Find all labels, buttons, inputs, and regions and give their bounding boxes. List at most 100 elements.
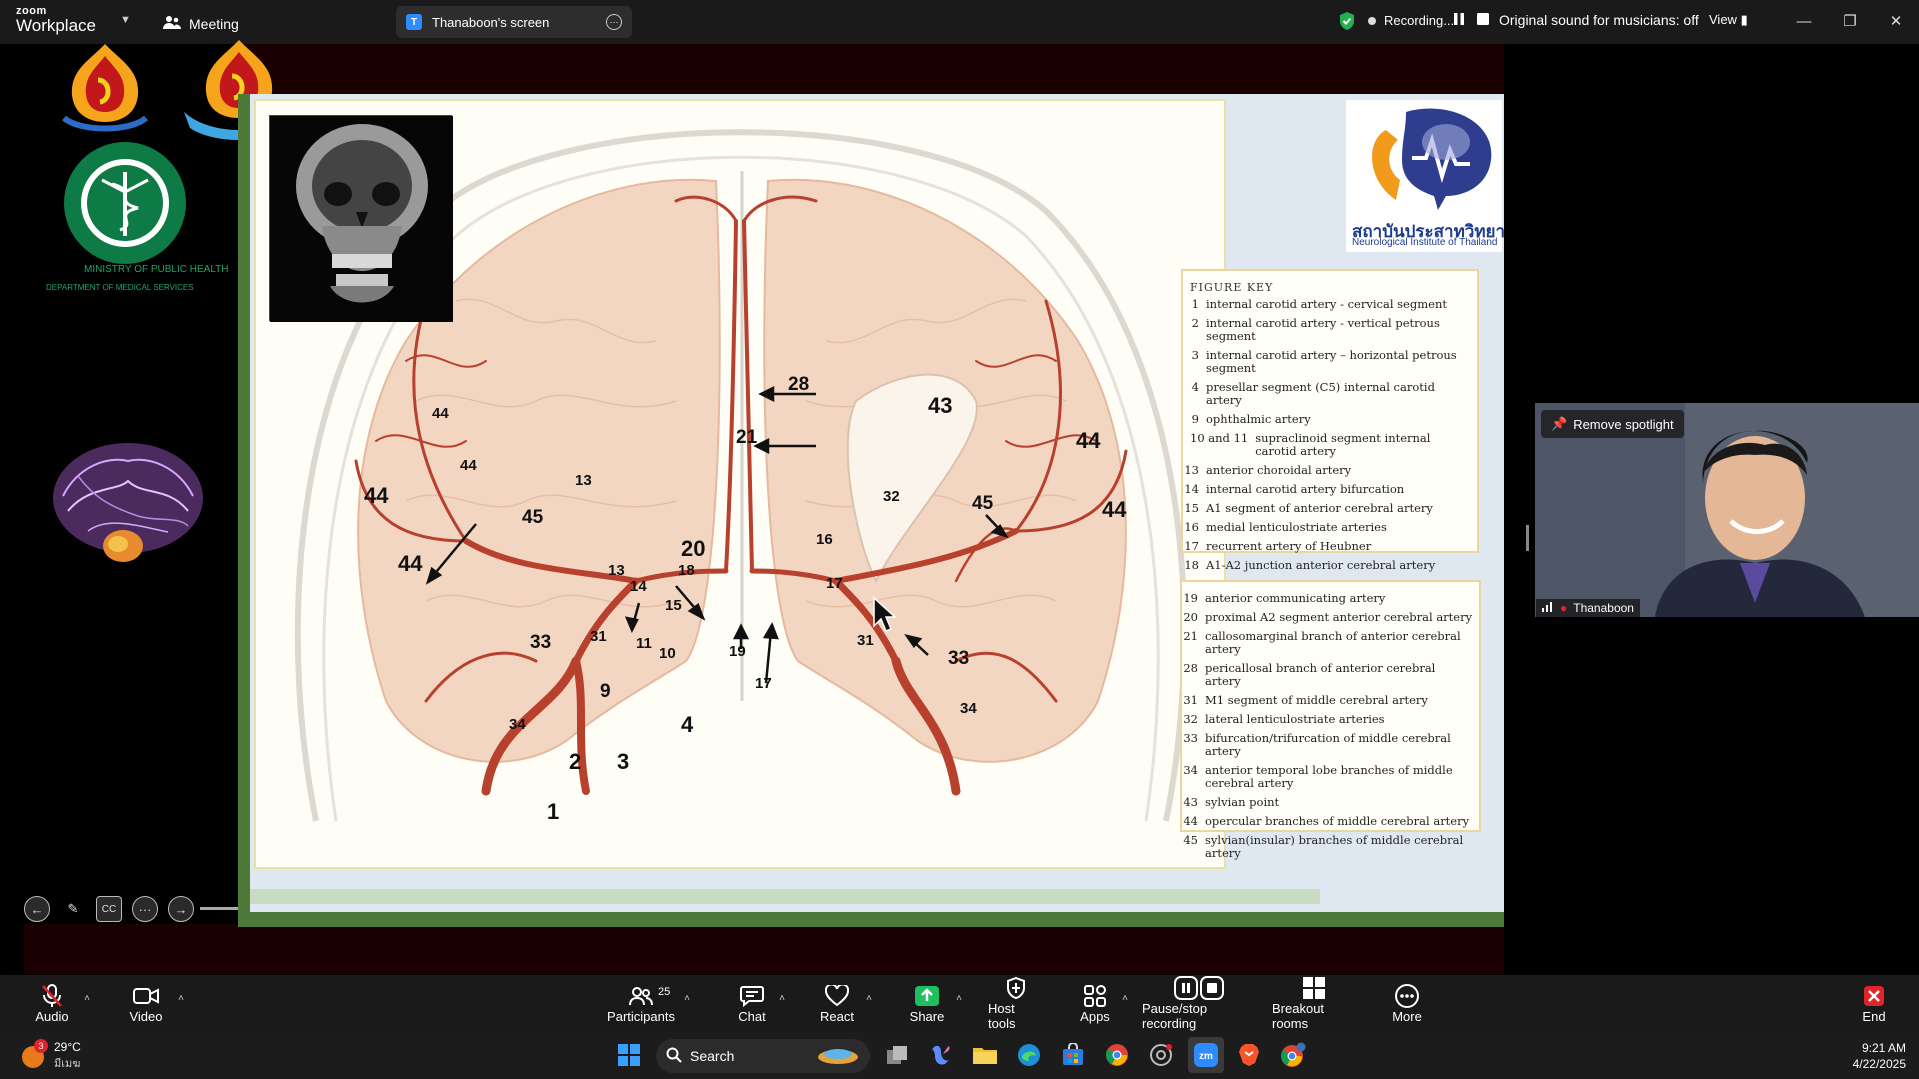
subtitles-icon[interactable]: CC	[96, 896, 122, 922]
figure-key-number: 17	[1184, 539, 1199, 553]
diagram-label: 1	[547, 799, 560, 824]
figure-key-item: 16 medial lenticulostriate arteries	[1183, 521, 1477, 534]
restore-icon[interactable]: ❐	[1838, 9, 1862, 33]
pause-recording-icon[interactable]	[1452, 12, 1466, 26]
mic-muted-icon	[41, 983, 63, 1009]
diagram-label: 45	[522, 507, 544, 528]
figure-key-number: 2	[1191, 316, 1199, 330]
audio-button[interactable]: Audio ˄	[32, 975, 90, 1031]
diagram-label: 43	[928, 393, 953, 418]
end-meeting-icon	[1863, 983, 1885, 1009]
next-slide-icon[interactable]: →	[168, 896, 194, 922]
more-options-icon[interactable]: ···	[606, 14, 622, 30]
audio-options-caret-icon[interactable]: ˄	[84, 993, 90, 1004]
figure-key-text: recurrent artery of Heubner	[1206, 539, 1372, 553]
figure-key-text: proximal A2 segment anterior cerebral ar…	[1205, 610, 1473, 624]
apps-button[interactable]: Apps ˄	[1080, 975, 1128, 1031]
participant-name: Thanaboon	[1573, 601, 1634, 615]
figure-key-text: internal carotid artery – horizontal pet…	[1206, 348, 1457, 375]
diagram-label: 3	[617, 749, 630, 774]
edge-browser-icon[interactable]	[1014, 1040, 1044, 1070]
original-sound-toggle[interactable]: Original sound for musicians: off	[1499, 12, 1699, 28]
slide-progress-bar	[250, 889, 1320, 904]
minimize-icon[interactable]: —	[1792, 9, 1816, 33]
more-button[interactable]: More	[1390, 975, 1424, 1031]
close-icon[interactable]: ✕	[1884, 9, 1908, 33]
video-options-caret-icon[interactable]: ˄	[178, 993, 184, 1004]
view-layout-icon: ▮	[1740, 12, 1748, 27]
diagram-label: 19	[729, 643, 746, 660]
end-button[interactable]: End	[1862, 975, 1886, 1031]
neuro-logo-english: Neurological Institute of Thailand	[1352, 237, 1498, 248]
figure-key-text: lateral lenticulostriate arteries	[1205, 712, 1385, 726]
microsoft-store-icon[interactable]	[1058, 1040, 1088, 1070]
apps-options-caret-icon[interactable]: ˄	[1122, 993, 1128, 1004]
figure-key-number: 13	[1184, 463, 1199, 477]
brave-browser-icon[interactable]	[1234, 1040, 1264, 1070]
participants-options-caret-icon[interactable]: ˄	[684, 993, 690, 1004]
zoom-app-icon[interactable]: zm	[1188, 1037, 1224, 1073]
chrome-icon[interactable]	[1102, 1040, 1132, 1070]
screen-share-tab[interactable]: T Thanaboon's screen ···	[396, 6, 632, 38]
meeting-label: Meeting	[189, 15, 239, 32]
diagram-label: 45	[972, 493, 994, 514]
video-button[interactable]: Video ˄	[126, 975, 184, 1031]
windows-start-icon[interactable]	[614, 1040, 644, 1070]
figure-key-item: 9 ophthalmic artery	[1183, 413, 1477, 426]
panel-resize-handle[interactable]	[1526, 525, 1529, 551]
figure-key-text: bifurcation/trifurcation of middle cereb…	[1205, 731, 1451, 758]
chat-button[interactable]: Chat ˄	[737, 975, 785, 1031]
participant-name-tag: ● Thanaboon	[1536, 599, 1640, 617]
system-clock[interactable]: 9:21 AM 4/22/2025	[1830, 1040, 1906, 1072]
muted-mic-icon: ●	[1560, 601, 1568, 615]
remove-spotlight-button[interactable]: 📌 Remove spotlight	[1541, 410, 1684, 438]
participants-button[interactable]: Participants ˄	[607, 975, 690, 1031]
zoom-workplace-logo[interactable]: zoom Workplace	[16, 6, 96, 35]
search-icon	[666, 1047, 682, 1066]
screen-tab-label: Thanaboon's screen	[432, 14, 550, 30]
breakout-rooms-button[interactable]: Breakout rooms	[1272, 975, 1356, 1031]
weather-widget[interactable]: 3 29°C มีเมฆ	[20, 1039, 81, 1072]
react-button[interactable]: React ˄	[820, 975, 872, 1031]
react-options-caret-icon[interactable]: ˄	[866, 993, 872, 1004]
pause-stop-recording-button[interactable]: Pause/stop recording	[1142, 975, 1256, 1031]
stop-recording-icon[interactable]	[1476, 12, 1490, 26]
view-menu[interactable]: View ▮	[1709, 12, 1748, 28]
figure-key-text: pericallosal branch of anterior cerebral…	[1205, 661, 1436, 688]
pen-icon[interactable]: ✎	[60, 896, 86, 922]
heart-icon	[825, 983, 849, 1009]
chrome-profile-icon[interactable]	[1278, 1040, 1308, 1070]
chevron-down-icon[interactable]: ▼	[120, 14, 131, 26]
svg-text:zm: zm	[1199, 1051, 1213, 1062]
diagram-label: 13	[575, 472, 592, 489]
figure-key-number: 32	[1183, 712, 1198, 726]
brand-bottom: Workplace	[16, 16, 96, 35]
video-label: Video	[129, 1008, 163, 1024]
apps-label: Apps	[1080, 1008, 1110, 1024]
figure-key-item: 31 M1 segment of middle cerebral artery	[1182, 694, 1479, 707]
taskbar-search[interactable]: Search	[656, 1039, 870, 1073]
chat-options-caret-icon[interactable]: ˄	[779, 993, 785, 1004]
task-view-icon[interactable]	[882, 1040, 912, 1070]
pause-stop-icon	[1174, 975, 1224, 1001]
figure-key-text: internal carotid artery bifurcation	[1206, 482, 1405, 496]
previous-slide-icon[interactable]: ←	[24, 896, 50, 922]
slide-green-strip	[238, 94, 250, 927]
shield-check-icon[interactable]	[1338, 11, 1356, 36]
diagram-label: 18	[678, 562, 695, 579]
copilot-icon[interactable]	[926, 1040, 956, 1070]
figure-key-number: 14	[1184, 482, 1199, 496]
mouse-cursor-icon	[872, 596, 898, 639]
chatgpt-icon[interactable]	[1146, 1040, 1176, 1070]
share-button[interactable]: Share ˄	[910, 975, 962, 1031]
audio-label: Audio	[35, 1008, 69, 1024]
meeting-menu[interactable]: Meeting	[163, 14, 239, 33]
host-tools-button[interactable]: Host tools	[988, 975, 1044, 1031]
apps-icon	[1084, 983, 1106, 1009]
more-options-icon[interactable]: ···	[132, 896, 158, 922]
share-options-caret-icon[interactable]: ˄	[956, 993, 962, 1004]
windows-taskbar	[0, 1031, 1919, 1079]
figure-key-number: 43	[1183, 795, 1198, 809]
search-placeholder: Search	[690, 1048, 735, 1064]
file-explorer-icon[interactable]	[970, 1040, 1000, 1070]
